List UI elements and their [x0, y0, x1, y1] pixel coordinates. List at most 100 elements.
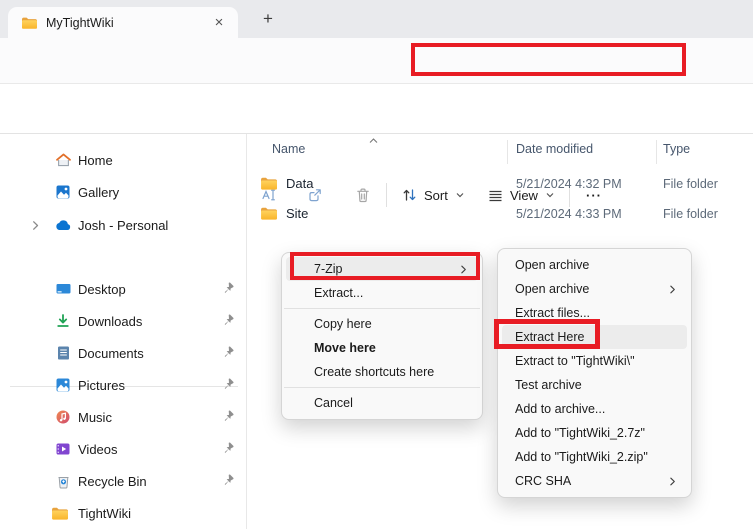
file-type: File folder — [663, 177, 718, 191]
menu-item-copy-here[interactable]: Copy here — [286, 312, 478, 336]
menu-item-label: Open archive — [515, 282, 589, 296]
menu-item-7zip[interactable]: 7-Zip — [286, 257, 478, 281]
submenu-item-add-to-7z[interactable]: Add to "TightWiki_2.7z" — [502, 421, 687, 445]
navigation-bar: ← → ↑ This PC Windows (C:) inetpub MyTig… — [0, 38, 753, 84]
file-date-modified: 5/21/2024 4:32 PM — [516, 177, 622, 191]
menu-divider — [284, 308, 480, 309]
menu-item-label: Add to "TightWiki_2.zip" — [515, 450, 648, 464]
pin-icon — [220, 377, 236, 393]
file-name: Site — [286, 206, 308, 221]
submenu-item-extract-files[interactable]: Extract files... — [502, 301, 687, 325]
explorer-tab[interactable]: MyTightWiki × — [8, 7, 238, 38]
menu-item-cancel[interactable]: Cancel — [286, 391, 478, 415]
tab-close-icon[interactable]: × — [210, 14, 228, 32]
sidebar-item-label: Downloads — [78, 314, 142, 329]
submenu-chevron-icon — [668, 476, 687, 487]
submenu-item-crc-sha[interactable]: CRC SHA — [502, 469, 687, 493]
menu-item-label: Create shortcuts here — [314, 365, 434, 379]
menu-item-label: Add to "TightWiki_2.7z" — [515, 426, 645, 440]
submenu-chevron-icon — [459, 264, 478, 275]
file-explorer-window: MyTightWiki × + ← → ↑ This PC Windows (C… — [0, 0, 753, 529]
videos-icon — [54, 440, 72, 458]
navigation-pane: Home Gallery Josh - Personal — [0, 134, 247, 529]
file-row-data[interactable]: Data 5/21/2024 4:32 PM File folder — [248, 170, 753, 198]
documents-icon — [54, 344, 72, 362]
column-header-type[interactable]: Type — [663, 142, 690, 156]
folder-icon — [260, 205, 277, 225]
menu-item-label: Test archive — [515, 378, 582, 392]
tab-bar: MyTightWiki × + — [0, 0, 753, 38]
sidebar-item-label: Videos — [78, 442, 118, 457]
menu-item-move-here[interactable]: Move here — [286, 336, 478, 360]
submenu-item-open-archive[interactable]: Open archive — [502, 253, 687, 277]
menu-divider — [284, 387, 480, 388]
sidebar-item-label: Pictures — [78, 378, 125, 393]
downloads-icon — [54, 312, 72, 330]
desktop-icon — [54, 280, 72, 298]
sidebar-item-pictures[interactable]: Pictures — [6, 369, 241, 401]
sidebar-item-tightwiki[interactable]: TightWiki — [6, 497, 241, 529]
home-icon — [54, 151, 72, 169]
column-header-date-modified[interactable]: Date modified — [516, 142, 593, 156]
file-row-site[interactable]: Site 5/21/2024 4:33 PM File folder — [248, 200, 753, 228]
menu-item-label: Copy here — [314, 317, 372, 331]
expand-chevron-icon[interactable] — [30, 219, 42, 231]
sidebar-item-home[interactable]: Home — [6, 144, 241, 176]
sidebar-item-gallery[interactable]: Gallery — [6, 176, 241, 208]
submenu-chevron-icon — [668, 284, 687, 295]
sidebar-item-label: Josh - Personal — [78, 218, 168, 233]
sidebar-item-label: Documents — [78, 346, 144, 361]
sidebar-item-label: Home — [78, 153, 113, 168]
column-header-name[interactable]: Name — [272, 142, 305, 156]
pin-icon — [220, 441, 236, 457]
menu-item-extract[interactable]: Extract... — [286, 281, 478, 305]
menu-item-label: Cancel — [314, 396, 353, 410]
menu-item-label: Extract... — [314, 286, 363, 300]
sidebar-item-documents[interactable]: Documents — [6, 337, 241, 369]
folder-icon — [21, 15, 37, 31]
sidebar-item-videos[interactable]: Videos — [6, 433, 241, 465]
pin-icon — [220, 345, 236, 361]
column-divider[interactable] — [656, 140, 657, 164]
submenu-item-add-to-zip[interactable]: Add to "TightWiki_2.zip" — [502, 445, 687, 469]
menu-item-label: Add to archive... — [515, 402, 605, 416]
menu-item-label: Extract Here — [515, 330, 584, 344]
folder-icon — [260, 175, 277, 195]
sidebar-item-label: TightWiki — [78, 506, 131, 521]
menu-item-label: Move here — [314, 341, 376, 355]
sidebar-item-recycle-bin[interactable]: Recycle Bin — [6, 465, 241, 497]
command-toolbar: New — [0, 85, 753, 134]
gallery-icon — [54, 183, 72, 201]
tab-title: MyTightWiki — [46, 16, 210, 30]
sidebar-item-music[interactable]: Music — [6, 401, 241, 433]
new-tab-button[interactable]: + — [257, 9, 279, 31]
submenu-item-add-to-archive[interactable]: Add to archive... — [502, 397, 687, 421]
sidebar-item-onedrive-personal[interactable]: Josh - Personal — [6, 209, 241, 241]
menu-item-create-shortcuts-here[interactable]: Create shortcuts here — [286, 360, 478, 384]
submenu-item-test-archive[interactable]: Test archive — [502, 373, 687, 397]
pin-icon — [220, 409, 236, 425]
pin-icon — [220, 281, 236, 297]
menu-item-label: 7-Zip — [314, 262, 342, 276]
context-menu: 7-Zip Extract... Copy here Move here Cre… — [281, 252, 483, 420]
submenu-item-extract-to[interactable]: Extract to "TightWiki\" — [502, 349, 687, 373]
pictures-icon — [54, 376, 72, 394]
file-date-modified: 5/21/2024 4:33 PM — [516, 207, 622, 221]
pin-icon — [220, 473, 236, 489]
sidebar-item-label: Gallery — [78, 185, 119, 200]
submenu-item-extract-here[interactable]: Extract Here — [502, 325, 687, 349]
folder-icon — [50, 504, 68, 522]
submenu-item-open-archive-with[interactable]: Open archive — [502, 277, 687, 301]
sidebar-item-label: Desktop — [78, 282, 126, 297]
menu-item-label: Extract to "TightWiki\" — [515, 354, 635, 368]
column-divider[interactable] — [507, 140, 508, 164]
menu-item-label: CRC SHA — [515, 474, 571, 488]
file-name: Data — [286, 176, 313, 191]
music-icon — [54, 408, 72, 426]
sidebar-item-downloads[interactable]: Downloads — [6, 305, 241, 337]
file-type: File folder — [663, 207, 718, 221]
menu-item-label: Open archive — [515, 258, 589, 272]
onedrive-cloud-icon — [54, 216, 72, 234]
sort-ascending-icon[interactable] — [368, 133, 379, 148]
sidebar-item-desktop[interactable]: Desktop — [6, 273, 241, 305]
